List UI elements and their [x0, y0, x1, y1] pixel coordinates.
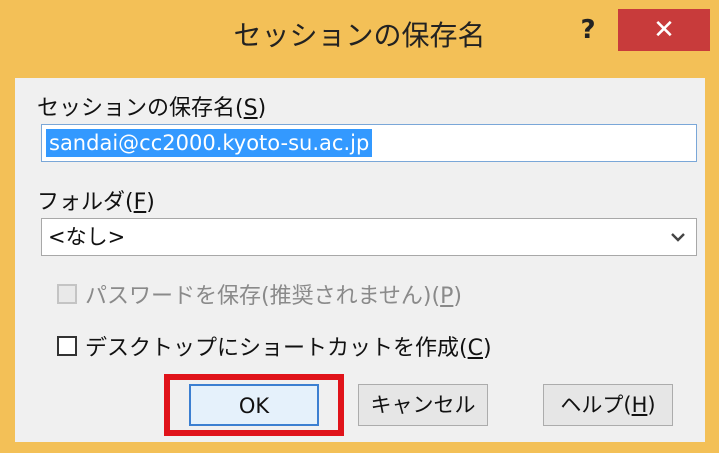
dialog-body: セッションの保存名(S) sandai@cc2000.kyoto-su.ac.j…	[15, 78, 705, 442]
ok-button[interactable]: OK	[189, 384, 319, 426]
session-name-label-text: セッションの保存名	[37, 96, 236, 121]
save-password-checkbox[interactable]	[57, 284, 77, 304]
session-name-value: sandai@cc2000.kyoto-su.ac.jp	[46, 129, 373, 157]
chevron-down-icon	[671, 233, 685, 242]
title-bar[interactable]: セッションの保存名 ? ✕	[0, 0, 719, 78]
session-name-input[interactable]: sandai@cc2000.kyoto-su.ac.jp	[41, 124, 697, 162]
help-button-accel: H	[631, 393, 648, 417]
desktop-shortcut-label-text: デスクトップにショートカットを作成	[85, 336, 460, 361]
folder-dropdown[interactable]: <なし>	[41, 218, 697, 256]
help-button[interactable]: ヘルプ(H)	[543, 384, 673, 426]
folder-label: フォルダ(F)	[37, 190, 155, 215]
help-button-label: ヘルプ	[560, 393, 624, 417]
folder-accel: F	[133, 190, 147, 215]
save-password-label-text: パスワードを保存(推奨されません)	[85, 284, 432, 309]
close-icon: ✕	[653, 15, 675, 45]
session-name-accel: S	[243, 96, 258, 121]
session-name-label: セッションの保存名(S)	[37, 96, 267, 121]
help-title-button[interactable]: ?	[568, 12, 608, 48]
save-password-accel: P	[440, 284, 454, 309]
cancel-button[interactable]: キャンセル	[358, 384, 488, 426]
close-button[interactable]: ✕	[618, 9, 710, 51]
desktop-shortcut-accel: C	[467, 336, 483, 361]
save-session-dialog: セッションの保存名 ? ✕ セッションの保存名(S) sandai@cc2000…	[0, 0, 719, 453]
desktop-shortcut-checkbox[interactable]	[57, 336, 77, 356]
folder-label-text: フォルダ	[37, 190, 126, 215]
desktop-shortcut-label: デスクトップにショートカットを作成(C)	[85, 336, 492, 361]
save-password-label: パスワードを保存(推奨されません)(P)	[85, 284, 462, 309]
window-title: セッションの保存名	[233, 19, 486, 52]
folder-selected-value: <なし>	[48, 225, 126, 249]
